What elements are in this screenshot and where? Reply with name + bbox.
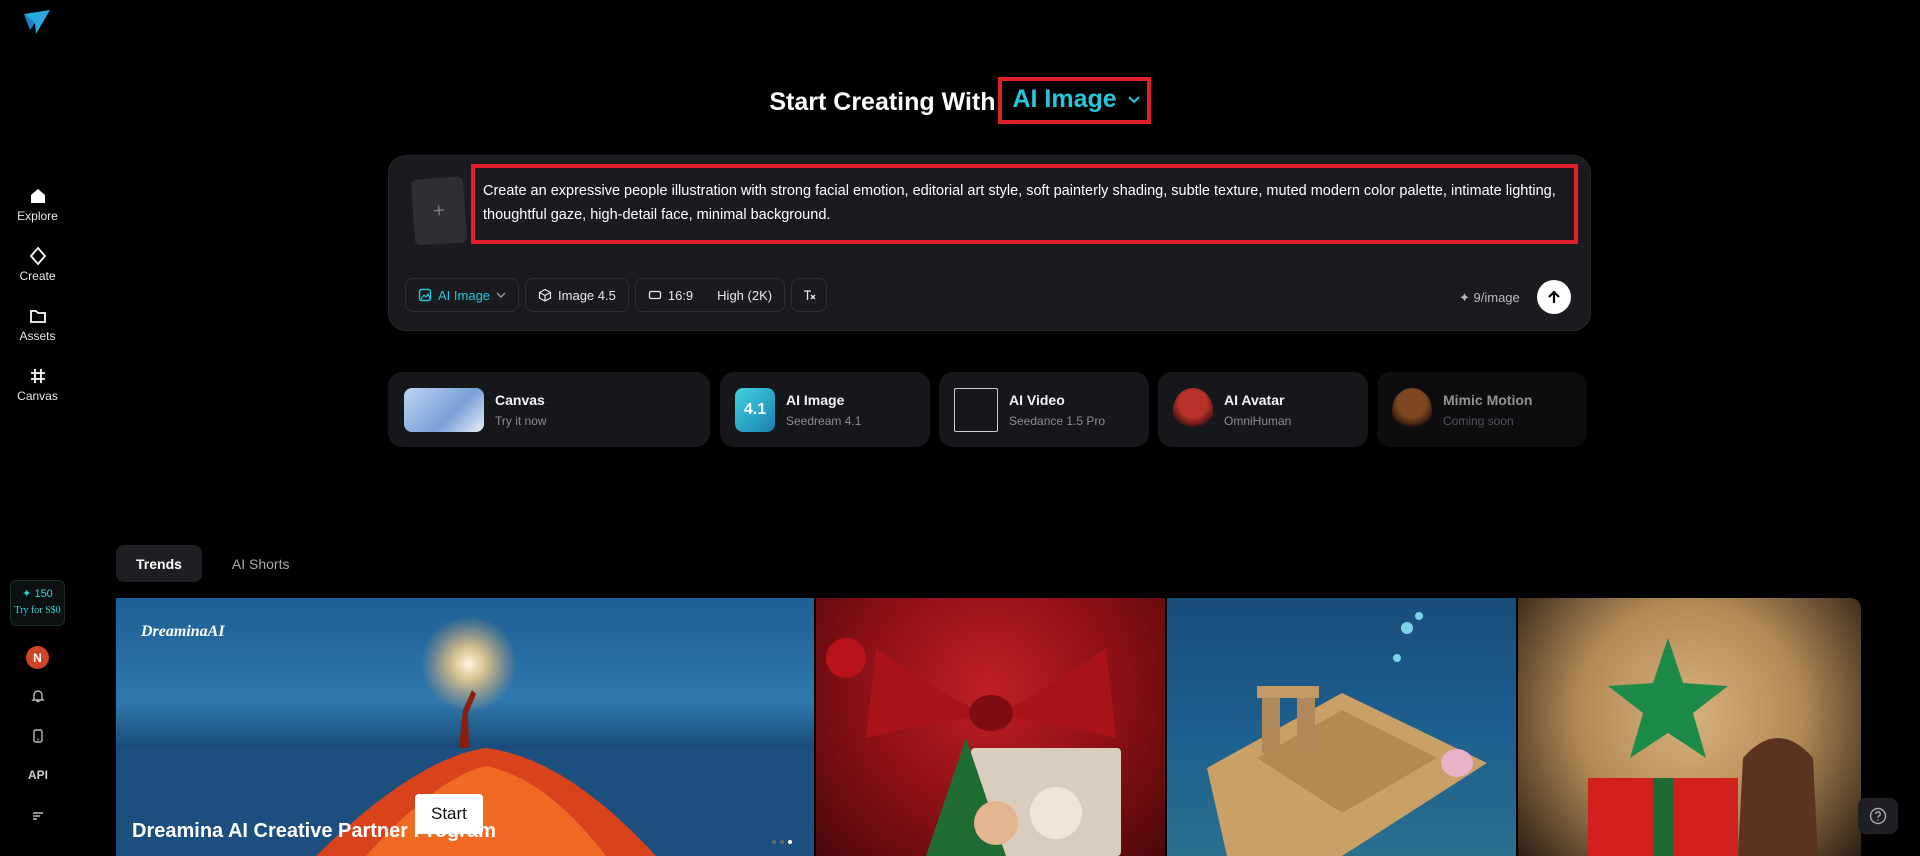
- banner-start-button[interactable]: Start: [415, 794, 483, 834]
- api-link[interactable]: API: [20, 768, 56, 782]
- help-icon: [1869, 807, 1887, 825]
- nav-canvas-label: Canvas: [17, 389, 58, 403]
- nav-create-label: Create: [19, 269, 56, 283]
- ai-image-thumbnail: 4.1: [735, 387, 775, 432]
- feature-subtitle: Seedance 1.5 Pro: [1009, 413, 1106, 428]
- title-prefix: Start Creating With: [769, 88, 996, 117]
- underwater-illustration: [1207, 612, 1487, 856]
- aspect-ratio-icon: [648, 290, 662, 300]
- help-button[interactable]: [1858, 798, 1898, 834]
- gallery-item-underwater[interactable]: [1167, 598, 1516, 856]
- nav-canvas[interactable]: Canvas: [0, 366, 75, 403]
- feature-title: Mimic Motion: [1443, 391, 1533, 408]
- mobile-icon[interactable]: [26, 724, 50, 748]
- ratio-quality-select[interactable]: 16:9 High (2K): [634, 278, 786, 312]
- nav-explore-label: Explore: [17, 209, 58, 223]
- carousel-dots[interactable]: [772, 840, 792, 844]
- feature-subtitle: Seedream 4.1: [786, 413, 862, 428]
- chevron-down-icon: [496, 292, 506, 298]
- gallery-item-balloon[interactable]: [1518, 598, 1861, 856]
- model-select-label: Image 4.5: [558, 287, 616, 303]
- avatar[interactable]: N: [26, 646, 49, 669]
- feature-subtitle: OmniHuman: [1224, 413, 1292, 428]
- feature-card-ai-video[interactable]: AI Video Seedance 1.5 Pro: [939, 372, 1149, 447]
- feature-title: AI Video: [1009, 391, 1065, 408]
- ai-video-thumbnail: [954, 387, 998, 432]
- feature-title: AI Avatar: [1224, 391, 1285, 408]
- text-format-icon: [804, 290, 816, 300]
- ai-avatar-thumbnail: [1173, 387, 1213, 432]
- sidebar: Explore Create Assets Canvas ✦ 150 Try f…: [0, 0, 75, 856]
- feature-card-ai-image[interactable]: 4.1 AI Image Seedream 4.1: [720, 372, 930, 447]
- mode-select[interactable]: AI Image: [405, 278, 520, 312]
- chevron-down-icon: [1127, 96, 1140, 104]
- mimic-motion-thumbnail: [1392, 387, 1432, 432]
- canvas-icon: [30, 369, 45, 383]
- quality-label: High (2K): [717, 287, 773, 303]
- mode-label: AI Image: [1012, 85, 1117, 113]
- tab-trends[interactable]: Trends: [116, 545, 202, 582]
- balloon-illustration: [1588, 638, 1818, 856]
- upload-reference-button[interactable]: +: [410, 176, 468, 246]
- nav-assets-label: Assets: [19, 329, 56, 343]
- text-style-button[interactable]: [791, 278, 828, 312]
- feature-card-mimic-motion: Mimic Motion Coming soon: [1377, 372, 1587, 447]
- folder-icon: [29, 310, 46, 323]
- gallery-tabs: Trends AI Shorts: [116, 545, 310, 582]
- model-select[interactable]: Image 4.5: [525, 278, 629, 312]
- feature-title: Canvas: [495, 391, 545, 408]
- gallery-item-christmas[interactable]: [816, 598, 1165, 856]
- credits-cta: Try for S$0: [14, 605, 61, 616]
- generation-cost: ✦ 9/image: [1459, 290, 1520, 305]
- feature-card-canvas[interactable]: Canvas Try it now: [388, 372, 710, 447]
- image-icon: [418, 288, 432, 302]
- diamond-icon: [29, 246, 46, 266]
- feature-card-ai-avatar[interactable]: AI Avatar OmniHuman: [1158, 372, 1368, 447]
- tab-ai-shorts[interactable]: AI Shorts: [212, 545, 310, 582]
- generate-button[interactable]: [1537, 280, 1571, 314]
- nav-assets[interactable]: Assets: [0, 306, 75, 343]
- feature-title: AI Image: [786, 391, 845, 408]
- banner-creative-partner[interactable]: DreaminaAI Dreamina AI Creative Partner …: [116, 598, 814, 856]
- plus-icon: +: [432, 199, 446, 222]
- credits-badge[interactable]: ✦ 150 Try for S$0: [10, 580, 65, 626]
- nav-create[interactable]: Create: [0, 246, 75, 283]
- prompt-input[interactable]: Create an expressive people illustration…: [471, 164, 1578, 244]
- nav-explore[interactable]: Explore: [0, 186, 75, 223]
- canvas-thumbnail: [404, 387, 484, 432]
- credits-amount: ✦ 150: [22, 588, 53, 600]
- cube-icon: [538, 288, 552, 302]
- feature-subtitle: Try it now: [495, 413, 547, 428]
- dreamina-banner-logo: DreaminaAI: [141, 623, 225, 640]
- arrow-up-icon: [1548, 290, 1560, 303]
- feature-subtitle: Coming soon: [1443, 413, 1514, 428]
- ratio-label: 16:9: [667, 287, 694, 303]
- dreamina-logo-icon[interactable]: [22, 8, 52, 36]
- christmas-illustration: [826, 638, 1121, 856]
- mode-select-label: AI Image: [438, 287, 491, 303]
- mode-dropdown[interactable]: AI Image: [998, 77, 1151, 124]
- prompt-toolbar: AI Image Image 4.5 16:9 High (2K): [405, 278, 828, 312]
- home-icon: [30, 189, 45, 203]
- page-title: Start Creating With AI Image: [0, 77, 1920, 127]
- bell-icon[interactable]: [26, 684, 50, 708]
- prompt-card: + Create an expressive people illustrati…: [388, 155, 1591, 331]
- menu-icon[interactable]: [26, 804, 50, 828]
